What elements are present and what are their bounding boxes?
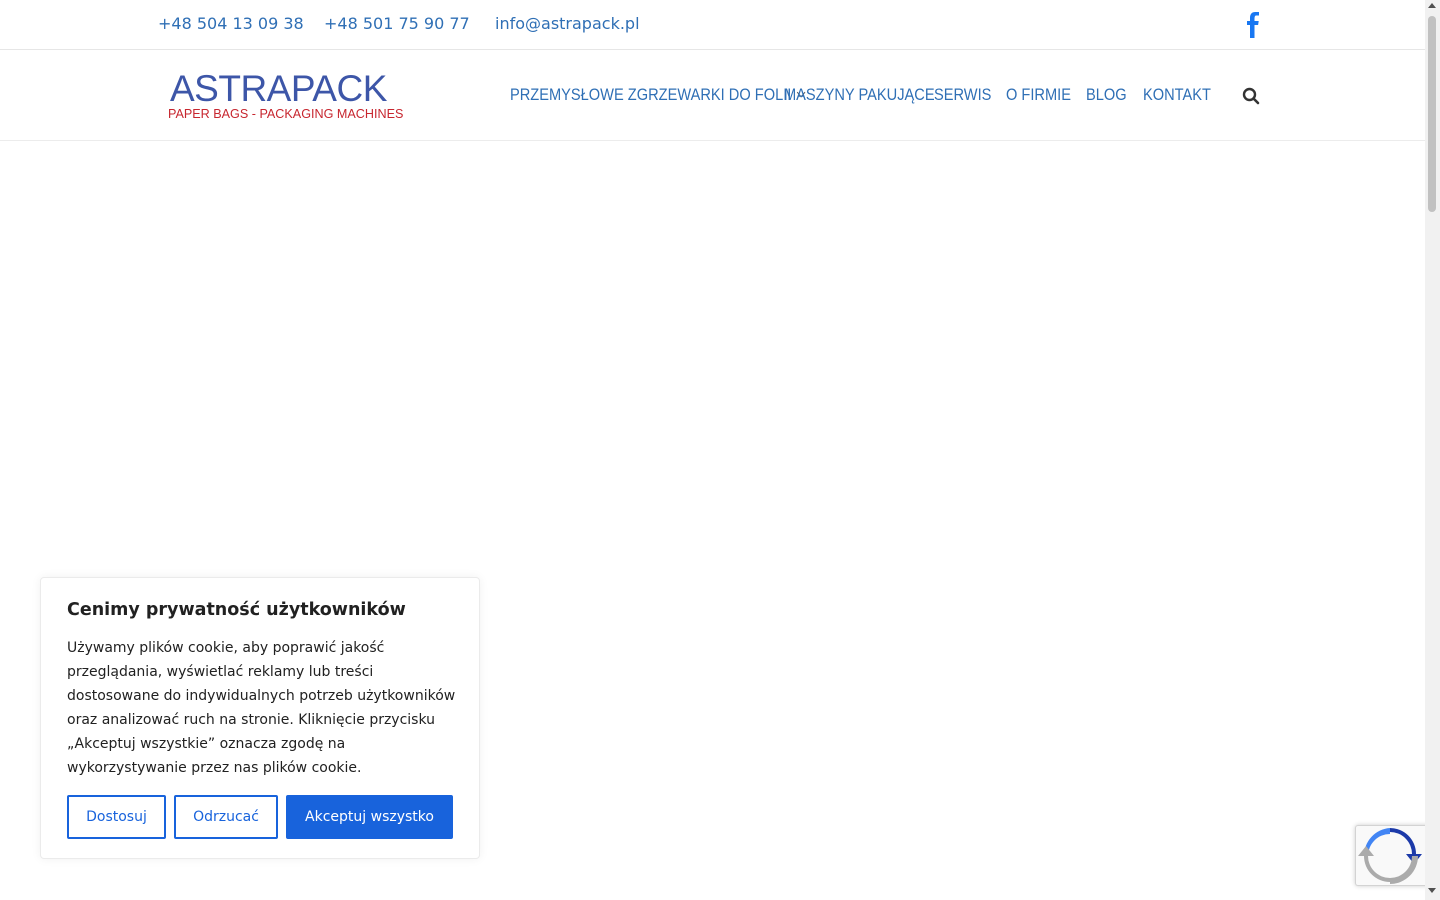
logo-tagline: PAPER BAGS - PACKAGING MACHINES [168,107,404,121]
nav-item-label: PRZEMYSŁOWE ZGRZEWARKI DO FOLII [510,85,792,104]
scroll-up-arrow-icon[interactable] [1428,3,1436,8]
search-icon[interactable] [1242,87,1260,105]
top-contact-bar: +48 504 13 09 38 +48 501 75 90 77 info@a… [0,0,1425,50]
recaptcha-icon [1358,828,1422,884]
accept-all-button[interactable]: Akceptuj wszystko [286,795,453,839]
customize-button[interactable]: Dostosuj [67,795,166,839]
nav-item-serwis[interactable]: SERWIS [934,84,991,106]
nav-item-maszyny[interactable]: MASZYNY PAKUJĄCE [784,84,935,106]
nav-item-o-firmie[interactable]: O FIRMIE [1006,84,1071,106]
cookie-consent-banner: Cenimy prywatność użytkowników Używamy p… [40,577,480,859]
vertical-scrollbar[interactable] [1425,0,1440,900]
scroll-thumb[interactable] [1428,16,1436,212]
nav-item-zgrzewarki[interactable]: PRZEMYSŁOWE ZGRZEWARKI DO FOLII [510,84,806,106]
email-link[interactable]: info@astrapack.pl [495,14,640,33]
main-navigation: PRZEMYSŁOWE ZGRZEWARKI DO FOLII MASZYNY … [0,84,1425,108]
nav-item-blog[interactable]: BLOG [1086,84,1127,106]
phone-link-2[interactable]: +48 501 75 90 77 [324,14,470,33]
facebook-icon[interactable] [1243,12,1263,38]
nav-item-kontakt[interactable]: KONTAKT [1143,84,1211,106]
main-header: ASTRAPACK PAPER BAGS - PACKAGING MACHINE… [0,50,1425,141]
phone-link-1[interactable]: +48 504 13 09 38 [158,14,304,33]
reject-button[interactable]: Odrzucać [174,795,278,839]
scroll-down-arrow-icon[interactable] [1428,888,1436,893]
cookie-title: Cenimy prywatność użytkowników [67,600,406,620]
cookie-description: Używamy plików cookie, aby poprawić jako… [67,640,456,776]
recaptcha-badge[interactable] [1355,825,1430,886]
